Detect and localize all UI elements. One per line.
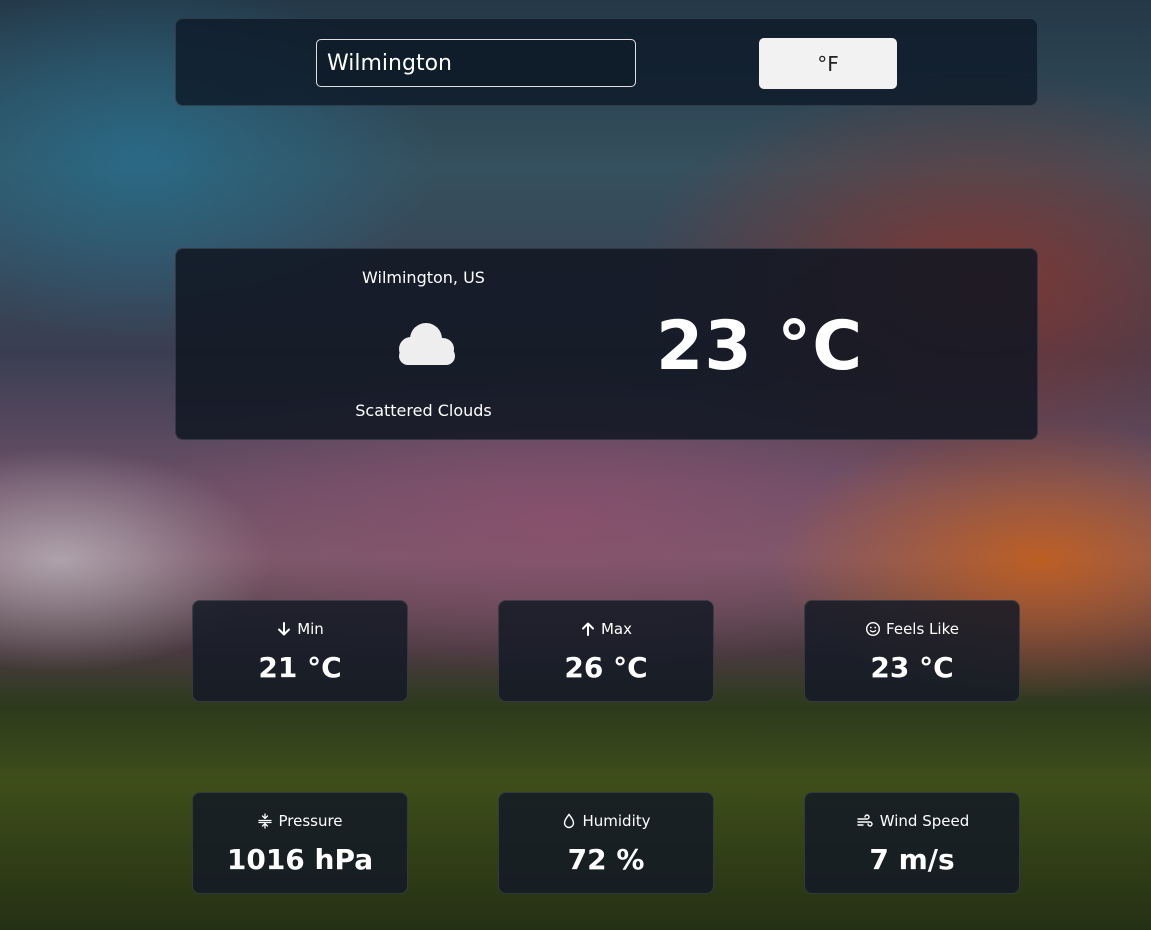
stat-label: Min (297, 620, 324, 638)
weather-description: Scattered Clouds (355, 401, 492, 420)
stat-card-wind-speed: Wind Speed 7 m/s (804, 792, 1020, 894)
droplet-icon (564, 813, 575, 829)
stat-label: Humidity (582, 812, 651, 830)
stat-value: 26 °C (564, 651, 648, 684)
stat-label: Wind Speed (879, 812, 970, 830)
unit-toggle-button[interactable]: °F (759, 38, 897, 89)
stat-value: 23 °C (870, 651, 954, 684)
stat-card-feels-like: Feels Like 23 °C (804, 600, 1020, 702)
stat-card-max: Max 26 °C (498, 600, 714, 702)
search-bar: °F (175, 18, 1038, 106)
location-label: Wilmington, US (362, 268, 485, 287)
arrow-down-icon (278, 622, 291, 636)
stat-card-pressure: Pressure 1016 hPa (192, 792, 408, 894)
city-search-input[interactable] (316, 39, 636, 87)
stat-value: 1016 hPa (226, 843, 374, 876)
stat-label: Pressure (278, 812, 343, 830)
stat-card-min: Min 21 °C (192, 600, 408, 702)
stat-value: 21 °C (258, 651, 342, 684)
smile-icon (866, 621, 881, 637)
current-weather-panel: Wilmington, US Scattered Clouds 23 °C (175, 248, 1038, 440)
stat-card-humidity: Humidity 72 % (498, 792, 714, 894)
stat-label: Feels Like (886, 620, 959, 638)
current-temperature: 23 °C (656, 307, 864, 386)
cloud-icon (399, 323, 455, 365)
arrow-up-icon (581, 622, 594, 636)
stat-value: 7 m/s (869, 843, 955, 876)
pressure-icon (258, 813, 273, 829)
stat-value: 72 % (567, 843, 645, 876)
wind-icon (857, 814, 873, 827)
stat-label: Max (600, 620, 632, 638)
